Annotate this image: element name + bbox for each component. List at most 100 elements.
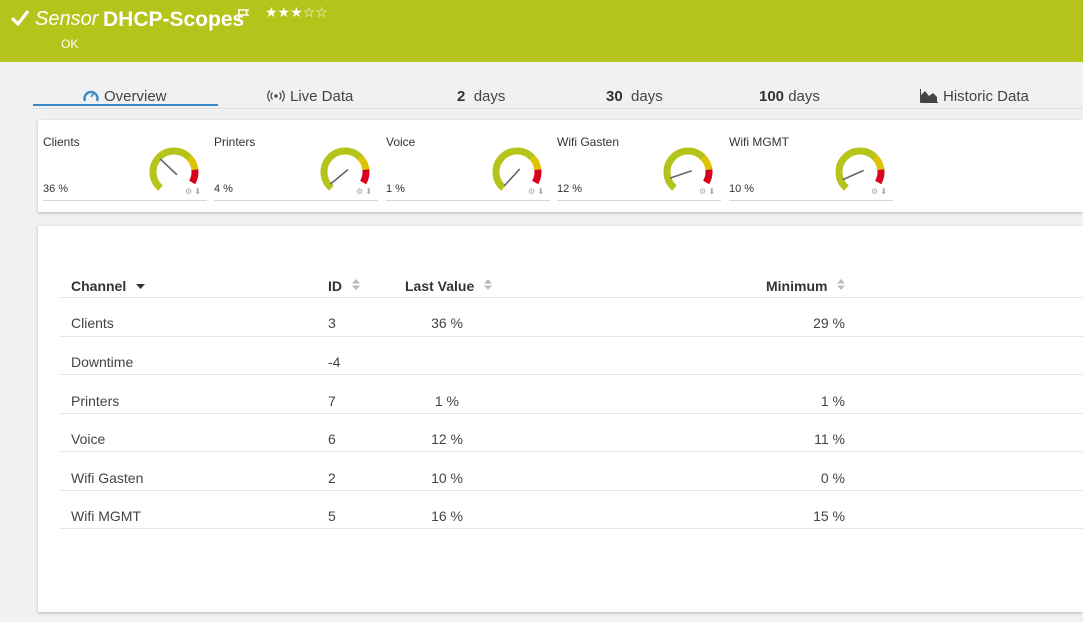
gauge-label: Wifi MGMT [729, 135, 789, 149]
sensor-header: Sensor DHCP-Scopes ★★★☆☆ OK [0, 0, 1083, 62]
gauge-needle [842, 169, 864, 181]
gauge-arc [492, 147, 535, 191]
gauge-wifi-gasten[interactable]: Wifi Gasten 12 % ⚙ ⬇ [557, 120, 721, 201]
column-header-label: Channel [71, 278, 127, 294]
cell-id: 7 [328, 393, 336, 409]
tab-overview-label: Overview [104, 88, 167, 105]
cell-last-value: 1 % [434, 393, 459, 409]
row-divider [60, 451, 1083, 452]
cell-last-value: 10 % [431, 470, 463, 486]
gauge-settings-icon[interactable]: ⚙ ⬇ [185, 187, 201, 196]
sensor-name: DHCP-Scopes [103, 8, 245, 31]
cell-channel[interactable]: Wifi MGMT [71, 508, 141, 524]
header-divider [60, 297, 1083, 298]
gauge-value: 1 % [386, 183, 405, 195]
row-divider [60, 528, 1083, 529]
tab-100-days-number: 100 [759, 88, 785, 105]
cell-minimum: 15 % [813, 508, 845, 524]
sort-icon [484, 279, 493, 290]
cell-last-value: 36 % [431, 315, 463, 331]
gauge-label: Clients [43, 135, 80, 149]
flag-icon[interactable] [237, 8, 251, 22]
cell-last-value: 12 % [431, 431, 463, 447]
cell-minimum: 0 % [820, 470, 845, 486]
tab-live-data-label: Live Data [290, 88, 354, 105]
tab-30-days[interactable]: 30 days [606, 88, 663, 105]
cell-last-value: 16 % [431, 508, 463, 524]
tab-100-days[interactable]: 100 days [759, 88, 820, 105]
gauge-icon [83, 90, 99, 102]
gauge-settings-icon[interactable]: ⚙ ⬇ [699, 187, 715, 196]
gauge-value: 10 % [729, 183, 755, 195]
cell-id: -4 [328, 354, 341, 370]
gauge-printers[interactable]: Printers 4 % ⚙ ⬇ [214, 120, 378, 201]
cell-channel[interactable]: Wifi Gasten [71, 470, 143, 486]
gauge-value: 12 % [557, 183, 583, 195]
status-badge: OK [61, 37, 79, 51]
row-divider [60, 413, 1083, 414]
area-chart-icon [920, 89, 938, 103]
broadcast-icon [267, 90, 285, 102]
cell-minimum: 11 % [814, 431, 845, 447]
check-icon [10, 10, 30, 27]
sort-icon [351, 279, 360, 290]
sort-icon [837, 279, 846, 290]
gauge-settings-icon[interactable]: ⚙ ⬇ [871, 187, 887, 196]
gauge-arc [320, 147, 363, 191]
gauge-clients[interactable]: Clients 36 % ⚙ ⬇ [43, 120, 207, 201]
gauge-arc [835, 147, 878, 191]
cell-minimum: 1 % [820, 393, 845, 409]
gauge-voice[interactable]: Voice 1 % ⚙ ⬇ [386, 120, 550, 201]
gauge-arc [189, 169, 199, 185]
tab-live-data[interactable]: Live Data [267, 88, 353, 105]
row-divider [60, 374, 1083, 375]
cell-minimum: 29 % [813, 315, 845, 331]
column-header-label: ID [328, 278, 342, 294]
column-header-label: Last Value [405, 278, 475, 294]
gauge-arc [875, 169, 885, 185]
gauge-settings-icon[interactable]: ⚙ ⬇ [528, 187, 544, 196]
gauge-arc [700, 155, 713, 171]
cell-channel[interactable]: Clients [71, 315, 114, 331]
channel-table: Channel ID Last Value Minimum Clients 3 … [38, 226, 1083, 612]
tab-2-days-number: 2 [457, 88, 466, 105]
cell-id: 2 [328, 470, 336, 486]
gauge-panel: Clients 36 % ⚙ ⬇ Printers 4 % ⚙ ⬇ Voice … [38, 120, 1083, 212]
column-header-minimum[interactable]: Minimum [766, 278, 846, 294]
gauge-settings-icon[interactable]: ⚙ ⬇ [356, 187, 372, 196]
tab-historic-data[interactable]: Historic Data [920, 88, 1029, 105]
gauge-label: Wifi Gasten [557, 135, 620, 149]
cell-id: 5 [328, 508, 336, 524]
tab-2-days-unit: days [473, 88, 506, 105]
column-header-id[interactable]: ID [328, 278, 360, 294]
tab-2-days[interactable]: 2 days [457, 88, 505, 105]
gauge-arc [663, 147, 706, 191]
tab-30-days-number: 30 [606, 88, 623, 105]
tab-30-days-unit: days [631, 88, 663, 105]
gauge-needle [329, 168, 349, 185]
column-header-last-value[interactable]: Last Value [405, 278, 493, 294]
tab-historic-data-label: Historic Data [943, 88, 1029, 105]
priority-stars[interactable]: ★★★☆☆ [265, 4, 328, 21]
gauge-needle [503, 168, 521, 187]
gauge-arc [186, 155, 199, 171]
cell-channel[interactable]: Downtime [71, 354, 133, 370]
tab-100-days-unit: days [788, 88, 820, 105]
cell-id: 6 [328, 431, 336, 447]
tab-bar: Overview Live Data 2 days 30 days 100 da… [33, 80, 1083, 109]
gauge-arc [703, 169, 713, 185]
gauge-needle [159, 158, 178, 176]
tab-overview[interactable]: Overview [83, 88, 167, 105]
sensor-type-label: Sensor [35, 8, 99, 30]
gauge-arc [532, 169, 542, 185]
cell-channel[interactable]: Printers [71, 393, 119, 409]
gauge-value: 4 % [214, 183, 233, 195]
cell-channel[interactable]: Voice [71, 431, 105, 447]
gauge-arc [872, 155, 885, 171]
gauge-needle [669, 169, 693, 179]
column-header-channel[interactable]: Channel [71, 278, 146, 294]
gauge-arc [360, 169, 370, 185]
gauge-wifi-mgmt[interactable]: Wifi MGMT 10 % ⚙ ⬇ [729, 120, 893, 201]
row-divider [60, 336, 1083, 337]
active-tab-indicator [33, 104, 218, 106]
